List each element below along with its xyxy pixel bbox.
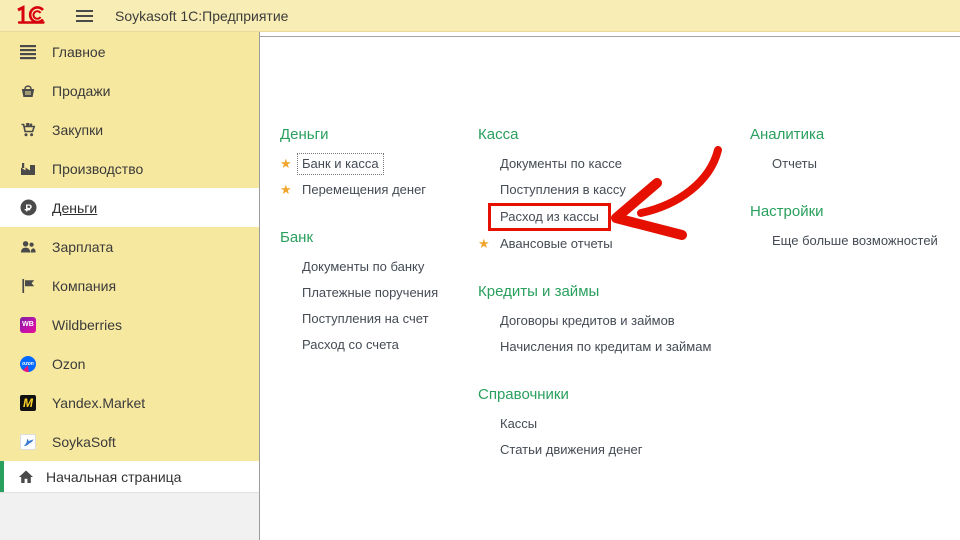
menu-item-dokumenty-po-kasse[interactable]: Документы по кассе [478,151,758,177]
ruble-coin-icon: P [19,199,37,217]
menu-section-kassa: Касса Документы по кассе Поступления в кас… [478,125,758,257]
sidebar-nav: Главное Продажи Закупки Производство P Деньги… [0,32,260,461]
menu-item-kassy[interactable]: Кассы [478,411,758,437]
sidebar-item-prodazhi[interactable]: Продажи [0,71,260,110]
wildberries-logo-icon: WB [19,316,37,334]
sidebar-item-label: Производство [52,161,143,177]
onec-logo-icon [12,3,52,29]
menu-section-analitika: Аналитика Отчеты [750,125,960,177]
svg-text:P: P [25,203,32,214]
menu-item-label: Расход со счета [302,337,399,352]
section-title: Банк [280,228,480,248]
menu-item-label: Перемещения денег [302,182,426,197]
yandex-market-logo-icon: M [19,394,37,412]
menu-item-label: Документы по кассе [500,156,622,171]
sidebar-item-glavnoe[interactable]: Главное [0,32,260,71]
sidebar-item-label: Ozon [52,356,85,372]
favorite-star-icon[interactable]: ★ [280,177,292,203]
sidebar: Главное Продажи Закупки Производство P Деньги… [0,32,260,540]
menu-item-peremeshcheniya-deneg[interactable]: ★ Перемещения денег [280,177,480,203]
sidebar-item-label: Закупки [52,122,103,138]
menu-section-bank: Банк Документы по банку Платежные поручени… [280,228,480,358]
ozon-logo-icon: ozon [19,355,37,373]
sidebar-item-zarplata[interactable]: Зарплата [0,227,260,266]
flag-icon [19,277,37,295]
section-title: Деньги [280,125,480,145]
menu-item-label: Отчеты [772,156,817,171]
sidebar-empty-area [0,492,260,540]
menu-column: Касса Документы по кассе Поступления в кас… [478,125,758,488]
menu-item-label: Поступления на счет [302,311,429,326]
menu-item-label: Еще больше возможностей [772,233,938,248]
menu-item-nachisleniya-po-kreditam-i-zaymam[interactable]: Начисления по кредитам и займам [478,334,758,360]
sidebar-divider [259,32,260,540]
menu-item-label: Документы по банку [302,259,424,274]
sidebar-item-yandex-market[interactable]: M Yandex.Market [0,383,260,422]
app-title: Soykasoft 1С:Предприятие [115,8,288,24]
sidebar-item-dengi[interactable]: P Деньги [0,188,260,227]
sidebar-item-soykasoft[interactable]: SoykaSoft [0,422,260,461]
cart-icon [19,121,37,139]
menu-section-nastroyki: Настройки Еще больше возможностей [750,202,960,254]
favorite-star-icon[interactable]: ★ [478,231,490,257]
sidebar-item-ozon[interactable]: ozon Ozon [0,344,260,383]
basket-icon [19,82,37,100]
people-icon [19,238,37,256]
sidebar-item-label: Компания [52,278,116,294]
factory-icon [19,160,37,178]
sidebar-item-kompaniya[interactable]: Компания [0,266,260,305]
favorite-star-icon[interactable]: ★ [280,151,292,177]
menu-item-otchety[interactable]: Отчеты [750,151,960,177]
menu-item-bank-i-kassa[interactable]: ★Банк и касса [280,151,480,177]
hamburger-icon[interactable] [76,10,93,22]
section-title: Кредиты и займы [478,282,758,302]
annotation-highlight-box: Расход из кассы [488,203,611,231]
soykasoft-logo-icon [19,433,37,451]
sidebar-item-label: Wildberries [52,317,122,333]
section-title: Справочники [478,385,758,405]
menu-column: Деньги ★Банк и касса★ Перемещения денег Бан… [280,125,480,383]
menu-section-kredity-i-zaymy: Кредиты и займы Договоры кредитов и займо… [478,282,758,360]
menu-item-label: Поступления в кассу [500,182,626,197]
menu-item-platezhnye-porucheniya[interactable]: Платежные поручения [280,280,480,306]
sidebar-item-proizvodstvo[interactable]: Производство [0,149,260,188]
menu-item-dokumenty-po-banku[interactable]: Документы по банку [280,254,480,280]
menu-item-rashod-iz-kassy[interactable]: Расход из кассы [478,203,758,231]
menu-item-label: Статьи движения денег [500,442,642,457]
home-icon [17,468,35,486]
menu-item-postupleniya-na-schet[interactable]: Поступления на счет [280,306,480,332]
menu-item-label: Авансовые отчеты [500,236,613,251]
section-title: Настройки [750,202,960,222]
menu-column: Аналитика Отчеты Настройки Еще больше возмо… [750,125,960,279]
menu-item-avansovye-otchety[interactable]: ★ Авансовые отчеты [478,231,758,257]
sidebar-item-label: Главное [52,44,106,60]
sidebar-item-zakupki[interactable]: Закупки [0,110,260,149]
section-title: Касса [478,125,758,145]
menu-item-rashod-so-scheta[interactable]: Расход со счета [280,332,480,358]
menu-item-stati-dvizheniya-deneg[interactable]: Статьи движения денег [478,437,758,463]
focused-menu-item-label: Банк и касса [297,153,384,175]
menu-item-label: Договоры кредитов и займов [500,313,675,328]
menu-section-dengi: Деньги ★Банк и касса★ Перемещения денег [280,125,480,203]
menu-section-spravochniki: Справочники Кассы Статьи движения денег [478,385,758,463]
menu-item-postupleniya-v-kassu[interactable]: Поступления в кассу [478,177,758,203]
menu-item-label: Платежные поручения [302,285,438,300]
sections-menu-icon [19,43,37,61]
home-page-tab-label: Начальная страница [46,469,181,485]
money-section-menu-panel: Деньги★Банк и касса★Перемещения денегБан… [260,32,960,540]
menu-item-eshche-bolshe-vozmozhnostey[interactable]: Еще больше возможностей [750,228,960,254]
sidebar-item-label: Yandex.Market [52,395,145,411]
sidebar-item-label: Деньги [52,200,97,216]
sidebar-item-label: Зарплата [52,239,113,255]
title-bar: Soykasoft 1С:Предприятие [0,0,960,32]
menu-item-dogovory-kreditov-i-zaymov[interactable]: Договоры кредитов и займов [478,308,758,334]
section-title: Аналитика [750,125,960,145]
sidebar-item-label: SoykaSoft [52,434,116,450]
menu-item-label: Кассы [500,416,537,431]
menu-item-label: Начисления по кредитам и займам [500,339,711,354]
sidebar-item-label: Продажи [52,83,110,99]
sidebar-item-wildberries[interactable]: WB Wildberries [0,305,260,344]
home-page-tab[interactable]: Начальная страница [0,461,260,492]
